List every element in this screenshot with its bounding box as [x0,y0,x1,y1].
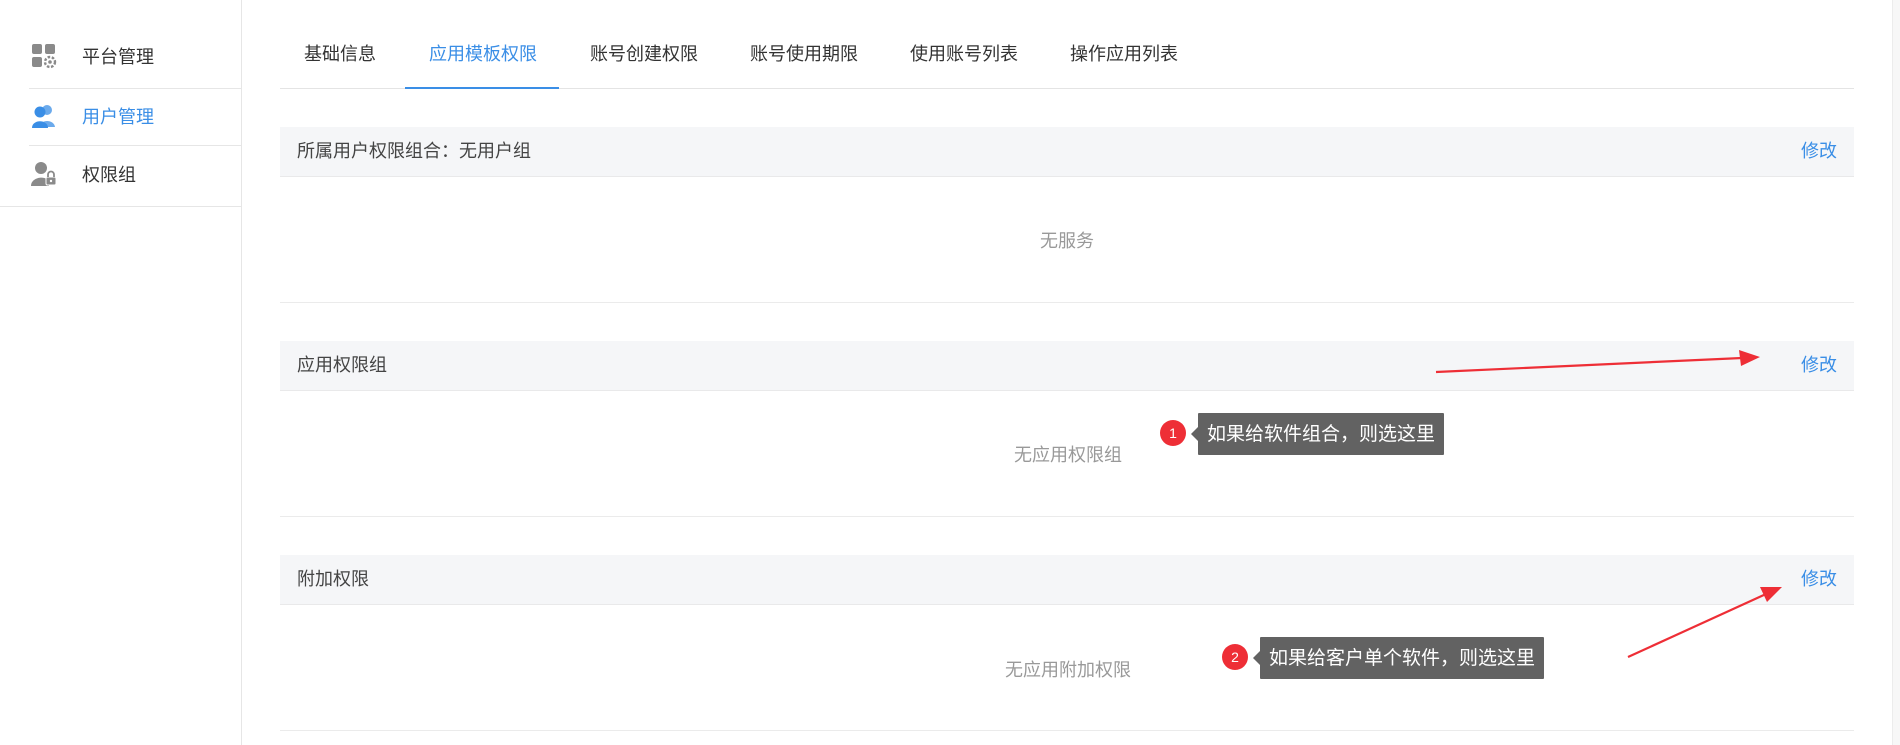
sidebar-item-user-management[interactable]: 用户管理 [0,87,242,145]
section-title: 所属用户权限组合：无用户组 [297,141,531,162]
section-divider [280,302,1854,303]
sidebar-item-label: 用户管理 [82,107,154,128]
section-divider [280,516,1854,517]
sidebar-item-permission-group[interactable]: 权限组 [0,145,242,203]
section-header-additional-permission: 附加权限 修改 [280,555,1854,605]
annotation-tooltip: 如果给客户单个软件，则选这里 [1252,637,1545,679]
section-divider [280,730,1854,731]
section-title: 应用权限组 [297,355,387,376]
sidebar: 平台管理 用户管理 权限组 [0,0,242,745]
tab-used-account-list[interactable]: 使用账号列表 [910,0,1018,89]
annotation-badge: 1 [1160,420,1186,446]
tab-account-create-permission[interactable]: 账号创建权限 [590,0,698,89]
grid-gear-icon [31,43,57,69]
section-title: 附加权限 [297,569,369,590]
empty-state-text: 无服务 [1040,231,1094,252]
tab-account-usage-period[interactable]: 账号使用期限 [750,0,858,89]
users-icon [31,103,57,129]
sidebar-item-label: 平台管理 [82,47,154,68]
edit-link[interactable]: 修改 [1801,127,1837,177]
annotation-badge: 2 [1222,644,1248,670]
tab-operated-app-list[interactable]: 操作应用列表 [1070,0,1178,89]
tab-app-template-permission[interactable]: 应用模板权限 [429,0,537,89]
empty-state-text: 无应用权限组 [1014,445,1122,466]
active-tab-indicator [405,87,559,89]
annotation-tooltip: 如果给软件组合，则选这里 [1190,413,1445,455]
section-header-app-permission-group: 应用权限组 修改 [280,341,1854,391]
tab-bar: 基础信息 应用模板权限 账号创建权限 账号使用期限 使用账号列表 操作应用列表 [280,0,1854,89]
edit-link[interactable]: 修改 [1801,341,1837,391]
sidebar-item-platform-management[interactable]: 平台管理 [0,27,242,85]
sidebar-divider [0,206,242,207]
tab-basic-info[interactable]: 基础信息 [304,0,376,89]
section-header-user-permission-combo: 所属用户权限组合：无用户组 修改 [280,127,1854,177]
user-lock-icon [31,161,57,187]
sidebar-item-label: 权限组 [82,165,136,186]
edit-link[interactable]: 修改 [1801,555,1837,605]
empty-state-text: 无应用附加权限 [1005,660,1131,681]
scrollbar-track[interactable] [1892,0,1900,745]
